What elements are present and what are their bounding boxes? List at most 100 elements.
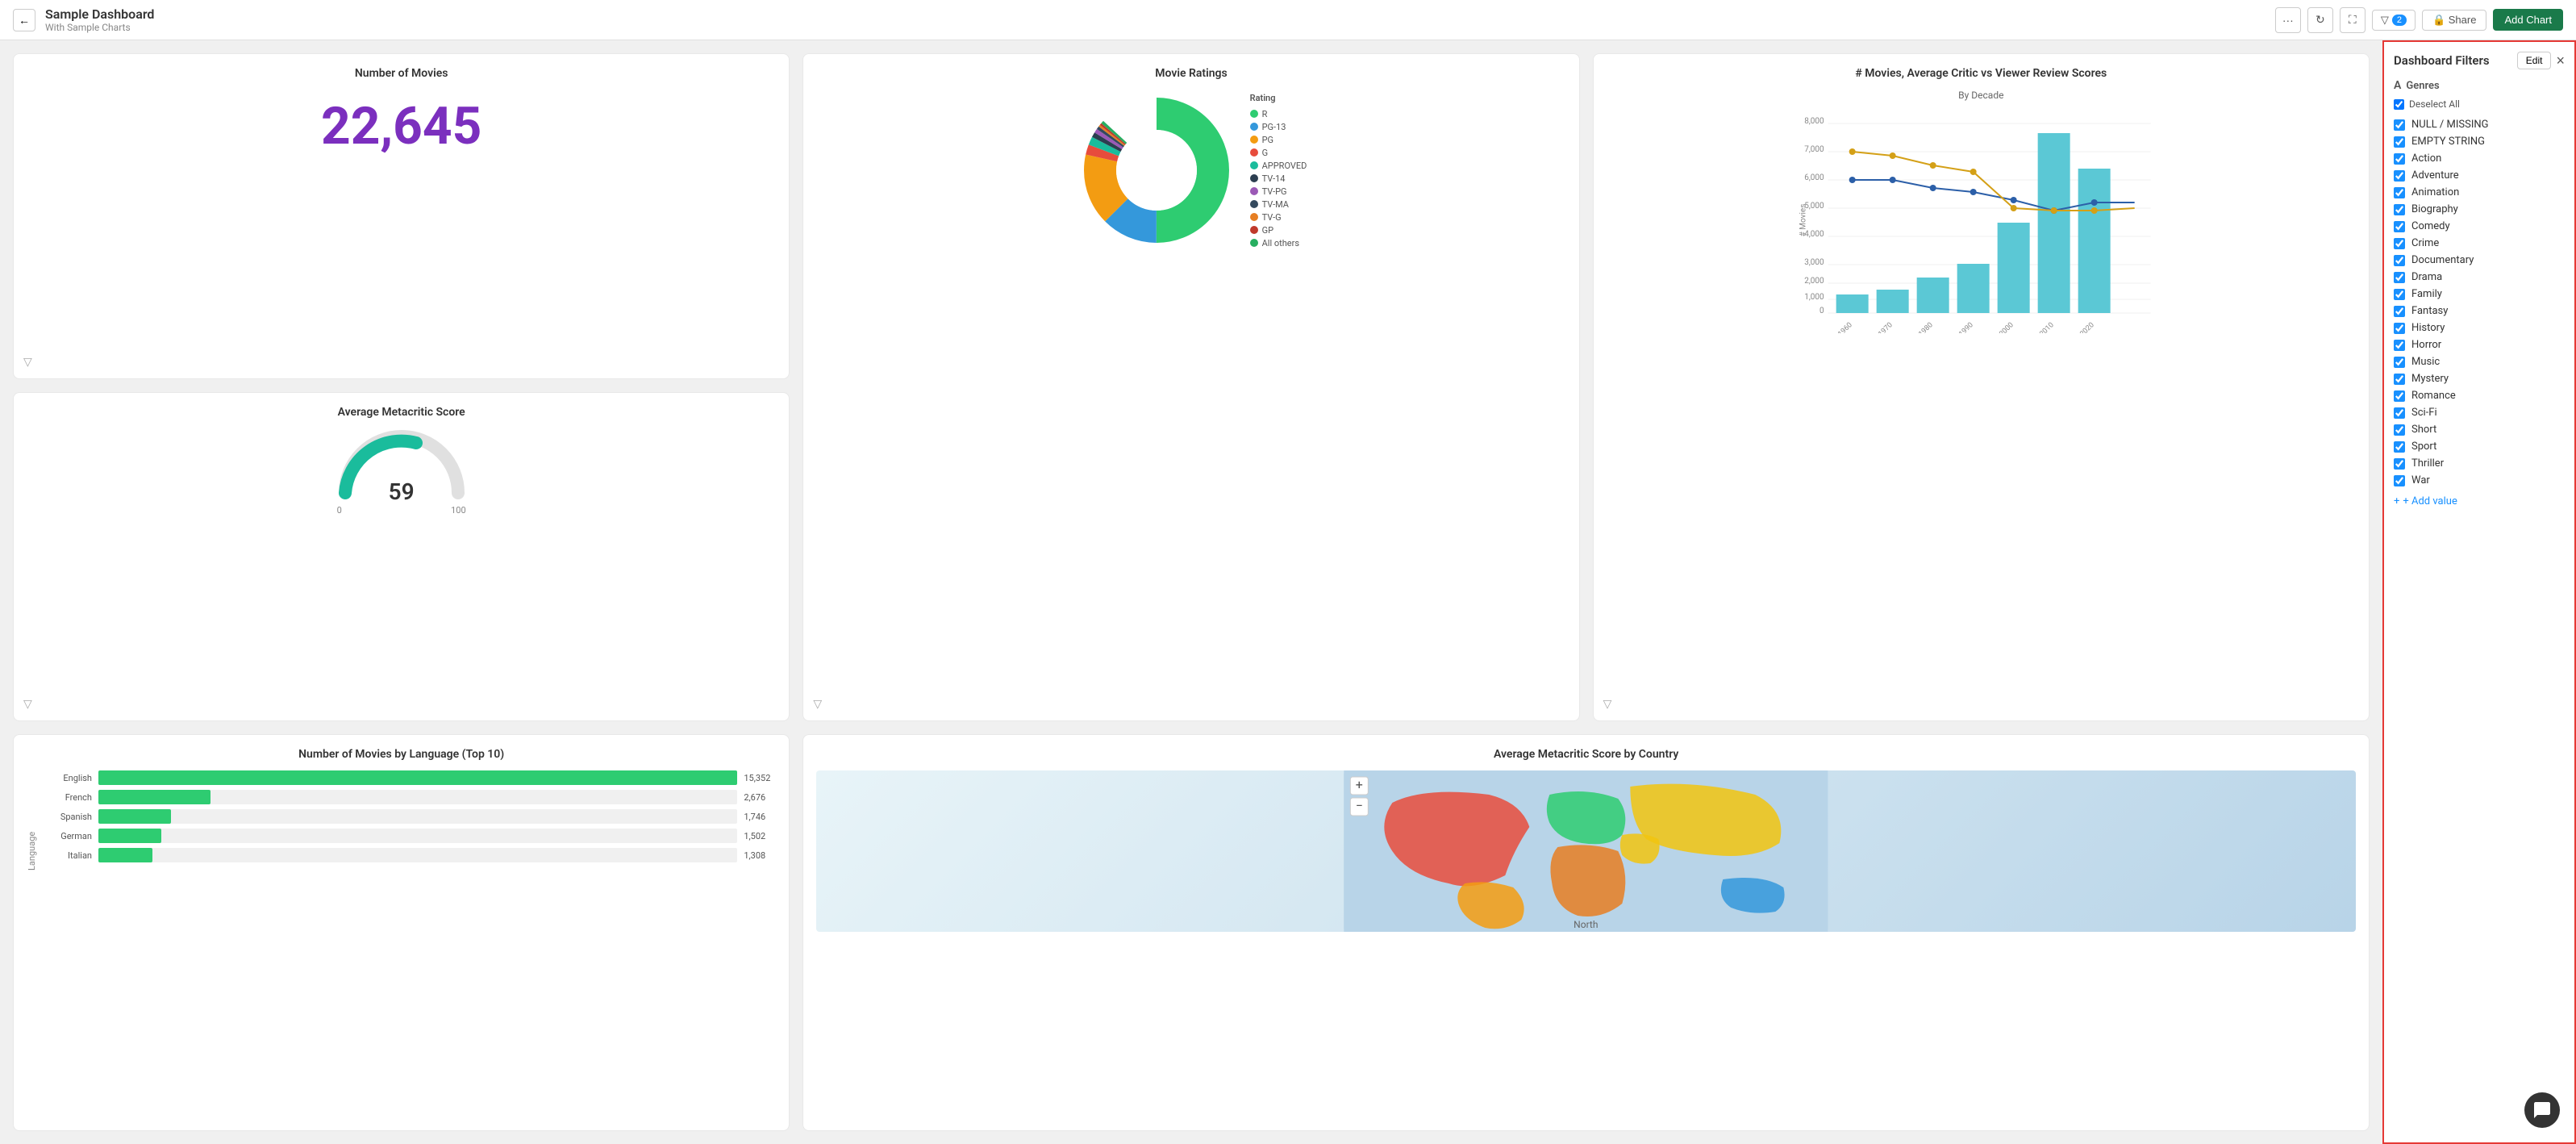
legend-dot-tvma <box>1250 200 1258 208</box>
filter-checkbox-5[interactable] <box>2394 204 2405 215</box>
filter-checkbox-19[interactable] <box>2394 441 2405 453</box>
share-label: 🔒 Share <box>2432 14 2477 27</box>
filter-item-horror[interactable]: Horror <box>2394 336 2565 353</box>
ratings-filter-icon[interactable]: ▽ <box>813 698 822 711</box>
filter-checkbox-4[interactable] <box>2394 187 2405 198</box>
filter-item-music[interactable]: Music <box>2394 353 2565 370</box>
filter-item-action[interactable]: Action <box>2394 150 2565 167</box>
filter-item-history[interactable]: History <box>2394 319 2565 336</box>
legend-dot-others <box>1250 239 1258 247</box>
gauge-max: 100 <box>451 505 466 516</box>
hbar-chart: Language English 15,352 French <box>27 770 776 932</box>
language-y-label: Language <box>27 770 37 932</box>
filters-edit-button[interactable]: Edit <box>2517 52 2552 69</box>
movies-by-decade-subtitle: By Decade <box>1607 90 2356 101</box>
filter-checkbox-8[interactable] <box>2394 255 2405 266</box>
filter-label-21: War <box>2411 474 2430 486</box>
hbar-track-french <box>98 790 737 804</box>
num-movies-filter-icon[interactable]: ▽ <box>23 356 32 369</box>
filters-close-button[interactable]: × <box>2556 52 2565 69</box>
filter-label-14: Music <box>2411 356 2440 368</box>
filter-checkbox-2[interactable] <box>2394 153 2405 165</box>
add-chart-button[interactable]: Add Chart <box>2493 9 2563 31</box>
legend-dot-r <box>1250 110 1258 118</box>
filter-checkbox-3[interactable] <box>2394 170 2405 182</box>
metacritic-country-card: Average Metacritic Score by Country <box>802 734 2370 1131</box>
movies-by-decade-title: # Movies, Average Critic vs Viewer Revie… <box>1607 67 2356 80</box>
refresh-button[interactable]: ↻ <box>2307 7 2333 33</box>
filter-item-null-/-missing[interactable]: NULL / MISSING <box>2394 116 2565 133</box>
filter-item-empty-string[interactable]: EMPTY STRING <box>2394 133 2565 150</box>
filter-item-sport[interactable]: Sport <box>2394 438 2565 455</box>
filter-checkbox-21[interactable] <box>2394 475 2405 486</box>
hbar-row-italian: Italian 1,308 <box>44 848 776 862</box>
filter-item-short[interactable]: Short <box>2394 421 2565 438</box>
filter-label-7: Crime <box>2411 237 2439 249</box>
filter-button[interactable]: ▽ 2 <box>2372 10 2416 31</box>
gauge-labels: 0 100 <box>337 505 466 516</box>
filters-section-title: A Genres <box>2394 79 2565 92</box>
filter-label-15: Mystery <box>2411 373 2449 385</box>
filter-item-sci-fi[interactable]: Sci-Fi <box>2394 404 2565 421</box>
filter-checkbox-17[interactable] <box>2394 407 2405 419</box>
dashboard-subtitle: With Sample Charts <box>45 22 2265 33</box>
movie-ratings-title: Movie Ratings <box>816 67 1565 80</box>
svg-text:2,000: 2,000 <box>1804 277 1824 286</box>
legend-label-tvg: TV-G <box>1262 212 1282 223</box>
filter-label-0: NULL / MISSING <box>2411 119 2489 131</box>
section-title-label: Genres <box>2406 80 2439 92</box>
svg-text:# Movies: # Movies <box>1799 204 1807 237</box>
add-value-button[interactable]: + + Add value <box>2394 495 2565 507</box>
num-movies-card: Number of Movies 22,645 ▽ <box>13 53 790 379</box>
filter-checkbox-13[interactable] <box>2394 340 2405 351</box>
expand-button[interactable]: ⛶ <box>2340 7 2366 33</box>
deselect-all-button[interactable]: Deselect All <box>2394 98 2565 110</box>
filter-checkbox-12[interactable] <box>2394 323 2405 334</box>
filter-item-documentary[interactable]: Documentary <box>2394 252 2565 269</box>
filter-checkbox-1[interactable] <box>2394 136 2405 148</box>
share-button[interactable]: 🔒 Share <box>2422 10 2487 31</box>
hbar-label-german: German <box>44 831 92 841</box>
deselect-all-checkbox[interactable] <box>2394 99 2404 110</box>
filter-item-thriller[interactable]: Thriller <box>2394 455 2565 472</box>
hbar-val-french: 2,676 <box>744 792 776 803</box>
hbar-val-german: 1,502 <box>744 831 776 841</box>
filter-checkbox-11[interactable] <box>2394 306 2405 317</box>
filter-checkbox-18[interactable] <box>2394 424 2405 436</box>
filter-checkbox-16[interactable] <box>2394 390 2405 402</box>
back-button[interactable]: ← <box>13 9 35 31</box>
filter-checkbox-20[interactable] <box>2394 458 2405 470</box>
filter-item-fantasy[interactable]: Fantasy <box>2394 303 2565 319</box>
chat-bubble[interactable] <box>2524 1092 2560 1128</box>
svg-text:7,000: 7,000 <box>1804 145 1824 154</box>
filter-item-animation[interactable]: Animation <box>2394 184 2565 201</box>
filter-checkbox-7[interactable] <box>2394 238 2405 249</box>
movies-by-language-card: Number of Movies by Language (Top 10) La… <box>13 734 790 1131</box>
svg-text:−: − <box>1356 798 1363 813</box>
filter-item-mystery[interactable]: Mystery <box>2394 370 2565 387</box>
filter-item-romance[interactable]: Romance <box>2394 387 2565 404</box>
metacritic-filter-icon[interactable]: ▽ <box>23 698 32 711</box>
svg-text:0: 0 <box>1819 307 1824 315</box>
filter-checkbox-6[interactable] <box>2394 221 2405 232</box>
hbar-label-spanish: Spanish <box>44 812 92 822</box>
filter-label-11: Fantasy <box>2411 305 2448 317</box>
combo-chart-svg: 8,000 7,000 6,000 5,000 4,000 3,000 2,00… <box>1607 107 2356 333</box>
filter-item-biography[interactable]: Biography <box>2394 201 2565 218</box>
filter-item-comedy[interactable]: Comedy <box>2394 218 2565 235</box>
filter-label-6: Comedy <box>2411 220 2450 232</box>
filter-checkbox-15[interactable] <box>2394 374 2405 385</box>
filter-checkbox-9[interactable] <box>2394 272 2405 283</box>
filter-item-war[interactable]: War <box>2394 472 2565 489</box>
filter-checkbox-14[interactable] <box>2394 357 2405 368</box>
filter-item-crime[interactable]: Crime <box>2394 235 2565 252</box>
filter-item-drama[interactable]: Drama <box>2394 269 2565 286</box>
filter-item-family[interactable]: Family <box>2394 286 2565 303</box>
decade-filter-icon[interactable]: ▽ <box>1603 698 1612 711</box>
filter-checkbox-0[interactable] <box>2394 119 2405 131</box>
more-options-button[interactable]: ··· <box>2275 7 2301 33</box>
filters-title: Dashboard Filters <box>2394 53 2490 68</box>
filter-checkbox-10[interactable] <box>2394 289 2405 300</box>
legend-item-tv14: TV-14 <box>1250 173 1307 184</box>
filter-item-adventure[interactable]: Adventure <box>2394 167 2565 184</box>
